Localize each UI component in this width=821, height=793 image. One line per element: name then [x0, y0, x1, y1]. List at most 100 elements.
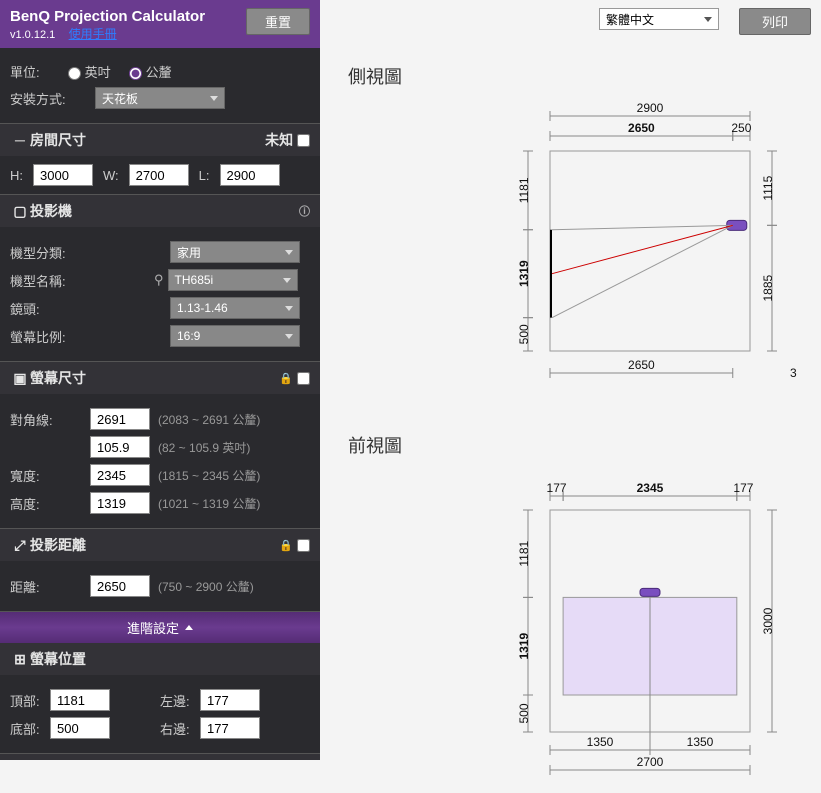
side-view-diagram: 2900 2650 250 1181 1319 500 1115 1885 2650 3 [348, 101, 811, 404]
svg-text:1115: 1115 [761, 175, 775, 200]
left-input[interactable] [200, 689, 260, 711]
unit-mm-radio[interactable] [129, 67, 142, 80]
diag-mm-input[interactable] [90, 408, 150, 430]
top-input[interactable] [50, 689, 110, 711]
screen-lock-checkbox[interactable] [297, 372, 310, 385]
projector-icon: ▢ [10, 203, 30, 220]
svg-text:1350: 1350 [686, 735, 713, 749]
lock-icon: 🔒 [279, 372, 293, 385]
screen-icon: ▣ [10, 370, 30, 387]
scr-h-input[interactable] [90, 492, 150, 514]
room-h-label: H: [10, 168, 23, 183]
top-label: 頂部: [10, 691, 50, 710]
throw-heading: 投影距離 [30, 535, 279, 555]
print-button[interactable]: 列印 [739, 8, 811, 35]
bot-input[interactable] [50, 717, 110, 739]
room-h-input[interactable] [33, 164, 93, 186]
manual-link[interactable]: 使用手冊 [69, 27, 117, 41]
aspect-select[interactable]: 16:9 [170, 325, 300, 347]
diag-mm-note: (2083 ~ 2691 公釐) [158, 411, 260, 428]
svg-text:1181: 1181 [517, 540, 531, 566]
svg-text:1181: 1181 [517, 177, 531, 203]
model-label: 機型名稱: [10, 271, 90, 290]
room-w-label: W: [103, 168, 119, 183]
chevron-up-icon [185, 625, 193, 630]
scr-w-input[interactable] [90, 464, 150, 486]
chevron-down-icon [704, 17, 712, 22]
app-version: v1.0.12.1 [10, 29, 55, 41]
app-title: BenQ Projection Calculator [10, 8, 246, 25]
svg-text:500: 500 [517, 703, 531, 723]
unknown-label: 未知 [265, 130, 293, 150]
svg-text:2650: 2650 [628, 121, 655, 135]
unit-inch-option[interactable]: 英吋 [68, 62, 111, 81]
front-view-title: 前視圖 [348, 432, 811, 458]
diag-in-input[interactable] [90, 436, 150, 458]
svg-text:3: 3 [790, 366, 797, 380]
right-input[interactable] [200, 717, 260, 739]
projector-heading: 投影機 [30, 201, 299, 221]
screen-heading: 螢幕尺寸 [30, 368, 279, 388]
chevron-down-icon [285, 250, 293, 255]
language-select[interactable]: 繁體中文 [599, 8, 719, 30]
install-label: 安裝方式: [10, 89, 95, 108]
right-label: 右邊: [160, 719, 200, 738]
basic-section: 單位: 英吋 公釐 安裝方式: 天花板 [0, 48, 320, 124]
unit-mm-option[interactable]: 公釐 [129, 62, 172, 81]
unit-label: 單位: [10, 62, 40, 81]
reset-button[interactable]: 重置 [246, 8, 310, 35]
unit-inch-radio[interactable] [68, 67, 81, 80]
dist-input[interactable] [90, 575, 150, 597]
room-w-input[interactable] [129, 164, 189, 186]
bot-label: 底部: [10, 719, 50, 738]
chevron-down-icon [285, 306, 293, 311]
scr-w-label: 寬度: [10, 466, 90, 485]
room-l-input[interactable] [220, 164, 280, 186]
projector-section: ▢ 投影機 ⓘ 機型分類: 家用 機型名稱: ⚲ TH685i 鏡頭: 1.13… [0, 195, 320, 362]
diag-label: 對角線: [10, 410, 90, 429]
svg-text:2700: 2700 [636, 755, 663, 769]
cat-select[interactable]: 家用 [170, 241, 300, 263]
side-view-title: 側視圖 [348, 63, 811, 89]
svg-text:2650: 2650 [628, 358, 655, 372]
throw-icon: ⤢ [10, 537, 30, 554]
lens-select[interactable]: 1.13-1.46 [170, 297, 300, 319]
aspect-label: 螢幕比例: [10, 327, 90, 346]
svg-text:3000: 3000 [761, 607, 775, 634]
svg-text:2345: 2345 [636, 481, 663, 495]
scr-h-note: (1021 ~ 1319 公釐) [158, 495, 260, 512]
front-view-diagram: 1772345177118113195003000135013502700 [348, 470, 811, 793]
left-label: 左邊: [160, 691, 200, 710]
unknown-checkbox[interactable] [297, 134, 310, 147]
app-header: BenQ Projection Calculator v1.0.12.1 使用手… [0, 0, 320, 48]
room-heading: 房間尺寸 [30, 130, 265, 150]
svg-text:1885: 1885 [761, 274, 775, 301]
throw-section: ⤢ 投影距離 🔒 距離: (750 ~ 2900 公釐) [0, 529, 320, 612]
position-section: ⊞ 螢幕位置 頂部: 底部: 左邊: 右邊: [0, 643, 320, 754]
shift-section: --- 鏡頭位移 V: -105 % H: 0 % [0, 754, 320, 760]
throw-lock-checkbox[interactable] [297, 539, 310, 552]
dist-label: 距離: [10, 577, 90, 596]
svg-text:177: 177 [733, 481, 753, 495]
chevron-down-icon [283, 278, 291, 283]
chevron-down-icon [210, 96, 218, 101]
chevron-down-icon [285, 334, 293, 339]
dist-note: (750 ~ 2900 公釐) [158, 578, 254, 595]
sidebar: BenQ Projection Calculator v1.0.12.1 使用手… [0, 0, 320, 760]
search-icon[interactable]: ⚲ [154, 272, 164, 288]
position-heading: 螢幕位置 [30, 649, 310, 669]
info-icon[interactable]: ⓘ [299, 203, 310, 219]
install-select[interactable]: 天花板 [95, 87, 225, 109]
svg-text:500: 500 [517, 324, 531, 344]
diag-in-note: (82 ~ 105.9 英吋) [158, 439, 250, 456]
svg-text:1319: 1319 [517, 260, 531, 287]
room-section: ─ 房間尺寸 未知 H: W: L: [0, 124, 320, 195]
lens-label: 鏡頭: [10, 299, 90, 318]
advanced-toggle[interactable]: 進階設定 [0, 612, 320, 643]
model-select[interactable]: TH685i [168, 269, 298, 291]
svg-text:1350: 1350 [586, 735, 613, 749]
svg-text:2900: 2900 [636, 101, 663, 115]
main-pane: 繁體中文 列印 側視圖 2900 2650 250 1181 1319 500 1115 18… [320, 0, 821, 760]
svg-text:250: 250 [731, 121, 751, 135]
room-l-label: L: [199, 168, 210, 183]
